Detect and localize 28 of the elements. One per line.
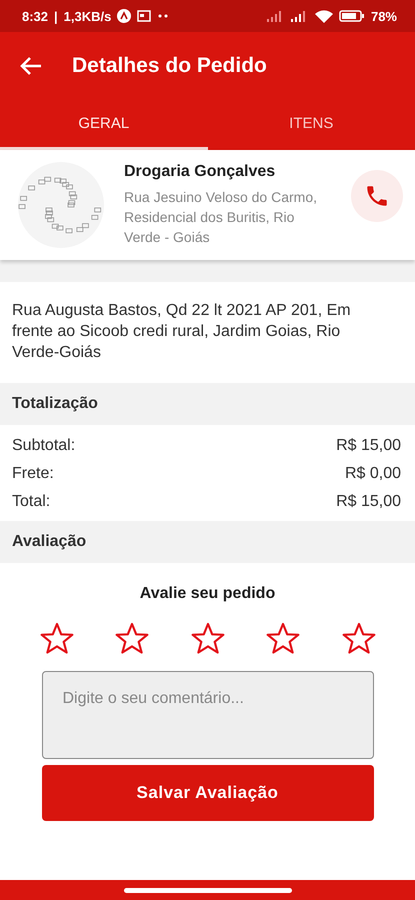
- battery-level: 78%: [370, 8, 397, 24]
- status-separator: |: [54, 8, 58, 24]
- delivery-address: Rua Augusta Bastos, Qd 22 lt 2021 AP 201, Em frente ao Sicoob credi rural, Jardim Goias, Rio Verde-Goiás: [11, 301, 352, 363]
- tab[interactable]: ITENS: [208, 100, 415, 150]
- total-value: R$ 0,00: [344, 465, 401, 483]
- total-label: Total:: [12, 493, 50, 511]
- rating-prompt: Avalie seu pedido: [140, 585, 276, 603]
- home-indicator[interactable]: [124, 888, 292, 892]
- section-header: Totalização: [0, 383, 415, 425]
- total-label: Subtotal:: [12, 437, 76, 455]
- battery-icon: [338, 10, 365, 22]
- store-address: Rua Jesuino Veloso do Carmo, Residencial dos Buritis, Rio Verde - Goiás: [124, 188, 318, 247]
- comment-field[interactable]: Digite o seu comentário...: [42, 671, 374, 759]
- save-rating-button[interactable]: Salvar Avaliação: [42, 765, 374, 821]
- status-time: 8:32: [22, 8, 48, 24]
- message-icon: [137, 10, 152, 22]
- back-arrow-icon[interactable]: [20, 56, 42, 76]
- total-value: R$ 15,00: [336, 493, 401, 511]
- call-button[interactable]: [351, 170, 403, 222]
- network-speed: 1,3KB/s: [64, 8, 112, 24]
- total-label: Frete:: [12, 465, 54, 483]
- store-name: Drogaria Gonçalves: [124, 163, 276, 181]
- wifi-icon: [314, 10, 333, 22]
- screen-title: Detalhes do Pedido: [72, 54, 267, 78]
- more-dots-icon: [157, 14, 170, 18]
- total-value: R$ 15,00: [336, 437, 401, 455]
- app-notification-icon: [117, 9, 132, 23]
- section-header: Avaliação: [0, 521, 415, 563]
